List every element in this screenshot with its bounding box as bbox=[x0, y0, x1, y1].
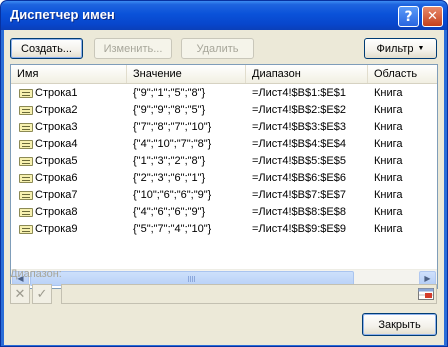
named-range-icon bbox=[19, 157, 33, 166]
close-button-label: Закрыть bbox=[378, 318, 421, 331]
list-header: Имя Значение Диапазон Область bbox=[11, 65, 437, 84]
help-button[interactable]: ? bbox=[398, 6, 419, 27]
cell-scope: Книга bbox=[374, 189, 403, 201]
cell-scope: Книга bbox=[374, 87, 403, 99]
cell-name: Строка2 bbox=[35, 104, 78, 116]
cell-range: =Лист4!$B$9:$E$9 bbox=[252, 223, 346, 235]
list-item[interactable]: Строка4 {"4";"10";"7";"8"} =Лист4!$B$4:$E$… bbox=[11, 136, 437, 153]
named-range-icon bbox=[19, 106, 33, 115]
delete-button-label: Удалить bbox=[196, 42, 239, 55]
cell-name: Строка7 bbox=[35, 189, 78, 201]
range-picker-icon[interactable] bbox=[417, 286, 435, 302]
confirm-range-icon[interactable]: ✓ bbox=[32, 284, 52, 304]
cell-name: Строка3 bbox=[35, 121, 78, 133]
filter-button[interactable]: Фильтр ▼ bbox=[364, 38, 437, 59]
list-item[interactable]: Строка6 {"2";"3";"6";"1"} =Лист4!$B$6:$E$6… bbox=[11, 170, 437, 187]
named-range-icon bbox=[19, 123, 33, 132]
named-range-icon bbox=[19, 174, 33, 183]
list-item[interactable]: Строка2 {"9";"9";"8";"5"} =Лист4!$B$2:$E$2… bbox=[11, 102, 437, 119]
cell-range: =Лист4!$B$2:$E$2 bbox=[252, 104, 346, 116]
create-button[interactable]: Создать... bbox=[10, 38, 83, 59]
cancel-range-icon[interactable]: ✕ bbox=[10, 284, 30, 304]
create-button-label: Создать... bbox=[21, 42, 72, 55]
cell-name: Строка5 bbox=[35, 155, 78, 167]
cell-range: =Лист4!$B$7:$E$7 bbox=[252, 189, 346, 201]
cell-value: {"1";"3";"2";"8"} bbox=[133, 155, 206, 167]
named-range-icon bbox=[19, 89, 33, 98]
cell-value: {"4";"10";"7";"8"} bbox=[133, 138, 212, 150]
range-label: Диапазон: bbox=[10, 268, 62, 280]
cell-value: {"10";"6";"6";"9"} bbox=[133, 189, 212, 201]
cell-name: Строка8 bbox=[35, 206, 78, 218]
delete-button[interactable]: Удалить bbox=[181, 38, 254, 59]
column-header-range[interactable]: Диапазон bbox=[246, 65, 368, 83]
cell-value: {"9";"9";"8";"5"} bbox=[133, 104, 206, 116]
list-item[interactable]: Строка1 {"9";"1";"5";"8"} =Лист4!$B$1:$E$1… bbox=[11, 85, 437, 102]
title-bar[interactable]: Диспетчер имен ? ✕ bbox=[1, 1, 447, 30]
dropdown-arrow-icon: ▼ bbox=[417, 45, 425, 52]
cell-range: =Лист4!$B$8:$E$8 bbox=[252, 206, 346, 218]
list-item[interactable]: Строка9 {"5";"7";"4";"10"} =Лист4!$B$9:$E$… bbox=[11, 221, 437, 238]
name-manager-window: Диспетчер имен ? ✕ Создать... Изменить..… bbox=[0, 0, 448, 347]
dialog-body: Создать... Изменить... Удалить Фильтр ▼ … bbox=[4, 30, 444, 345]
filter-button-label: Фильтр bbox=[376, 42, 414, 55]
cell-name: Строка9 bbox=[35, 223, 78, 235]
cell-value: {"7";"8";"7";"10"} bbox=[133, 121, 212, 133]
cell-value: {"2";"3";"6";"1"} bbox=[133, 172, 206, 184]
cell-range: =Лист4!$B$3:$E$3 bbox=[252, 121, 346, 133]
close-window-button[interactable]: ✕ bbox=[422, 6, 443, 27]
cell-value: {"5";"7";"4";"10"} bbox=[133, 223, 212, 235]
cell-name: Строка1 bbox=[35, 87, 78, 99]
cell-name: Строка4 bbox=[35, 138, 78, 150]
cell-scope: Книга bbox=[374, 206, 403, 218]
named-range-icon bbox=[19, 191, 33, 200]
range-input[interactable] bbox=[61, 284, 437, 304]
window-title: Диспетчер имен bbox=[10, 7, 115, 22]
list-item[interactable]: Строка3 {"7";"8";"7";"10"} =Лист4!$B$3:$E$… bbox=[11, 119, 437, 136]
cell-range: =Лист4!$B$6:$E$6 bbox=[252, 172, 346, 184]
cell-scope: Книга bbox=[374, 138, 403, 150]
cell-scope: Книга bbox=[374, 104, 403, 116]
list-item[interactable]: Строка8 {"4";"6";"6";"9"} =Лист4!$B$8:$E$8… bbox=[11, 204, 437, 221]
edit-button[interactable]: Изменить... bbox=[94, 38, 172, 59]
cell-scope: Книга bbox=[374, 121, 403, 133]
column-header-scope[interactable]: Область bbox=[368, 65, 437, 83]
column-header-name[interactable]: Имя bbox=[11, 65, 127, 83]
close-button[interactable]: Закрыть bbox=[362, 313, 437, 336]
named-range-icon bbox=[19, 208, 33, 217]
named-range-icon bbox=[19, 140, 33, 149]
cell-scope: Книга bbox=[374, 155, 403, 167]
grip-icon bbox=[188, 276, 196, 282]
named-range-icon bbox=[19, 225, 33, 234]
cell-value: {"4";"6";"6";"9"} bbox=[133, 206, 206, 218]
cell-range: =Лист4!$B$1:$E$1 bbox=[252, 87, 346, 99]
cell-value: {"9";"1";"5";"8"} bbox=[133, 87, 206, 99]
column-header-value[interactable]: Значение bbox=[127, 65, 246, 83]
names-list[interactable]: Имя Значение Диапазон Область Строка1 {"9… bbox=[10, 64, 438, 289]
cell-scope: Книга bbox=[374, 172, 403, 184]
cell-range: =Лист4!$B$5:$E$5 bbox=[252, 155, 346, 167]
edit-button-label: Изменить... bbox=[103, 42, 163, 55]
list-item[interactable]: Строка7 {"10";"6";"6";"9"} =Лист4!$B$7:$E$… bbox=[11, 187, 437, 204]
cell-name: Строка6 bbox=[35, 172, 78, 184]
list-item[interactable]: Строка5 {"1";"3";"2";"8"} =Лист4!$B$5:$E$5… bbox=[11, 153, 437, 170]
cell-scope: Книга bbox=[374, 223, 403, 235]
cell-range: =Лист4!$B$4:$E$4 bbox=[252, 138, 346, 150]
